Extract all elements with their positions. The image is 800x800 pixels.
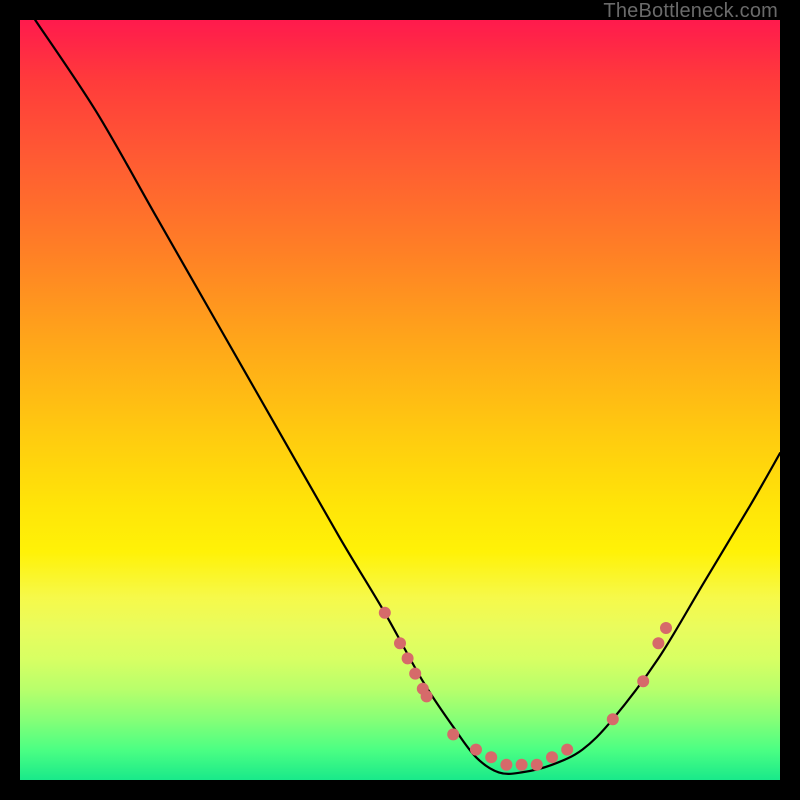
chart-svg xyxy=(20,20,780,780)
highlight-dot xyxy=(500,759,512,771)
plot-area xyxy=(20,20,780,780)
highlight-dot xyxy=(637,675,649,687)
highlight-dot xyxy=(394,637,406,649)
highlight-dots-group xyxy=(379,607,672,771)
highlight-dot xyxy=(546,751,558,763)
highlight-dot xyxy=(607,713,619,725)
highlight-dot xyxy=(470,744,482,756)
highlight-dot xyxy=(485,751,497,763)
highlight-dot xyxy=(531,759,543,771)
highlight-dot xyxy=(421,690,433,702)
highlight-dot xyxy=(561,744,573,756)
highlight-dot xyxy=(402,652,414,664)
highlight-dot xyxy=(652,637,664,649)
highlight-dot xyxy=(516,759,528,771)
highlight-dot xyxy=(409,668,421,680)
highlight-dot xyxy=(660,622,672,634)
chart-frame: TheBottleneck.com xyxy=(0,0,800,800)
highlight-dot xyxy=(379,607,391,619)
highlight-dot xyxy=(447,728,459,740)
